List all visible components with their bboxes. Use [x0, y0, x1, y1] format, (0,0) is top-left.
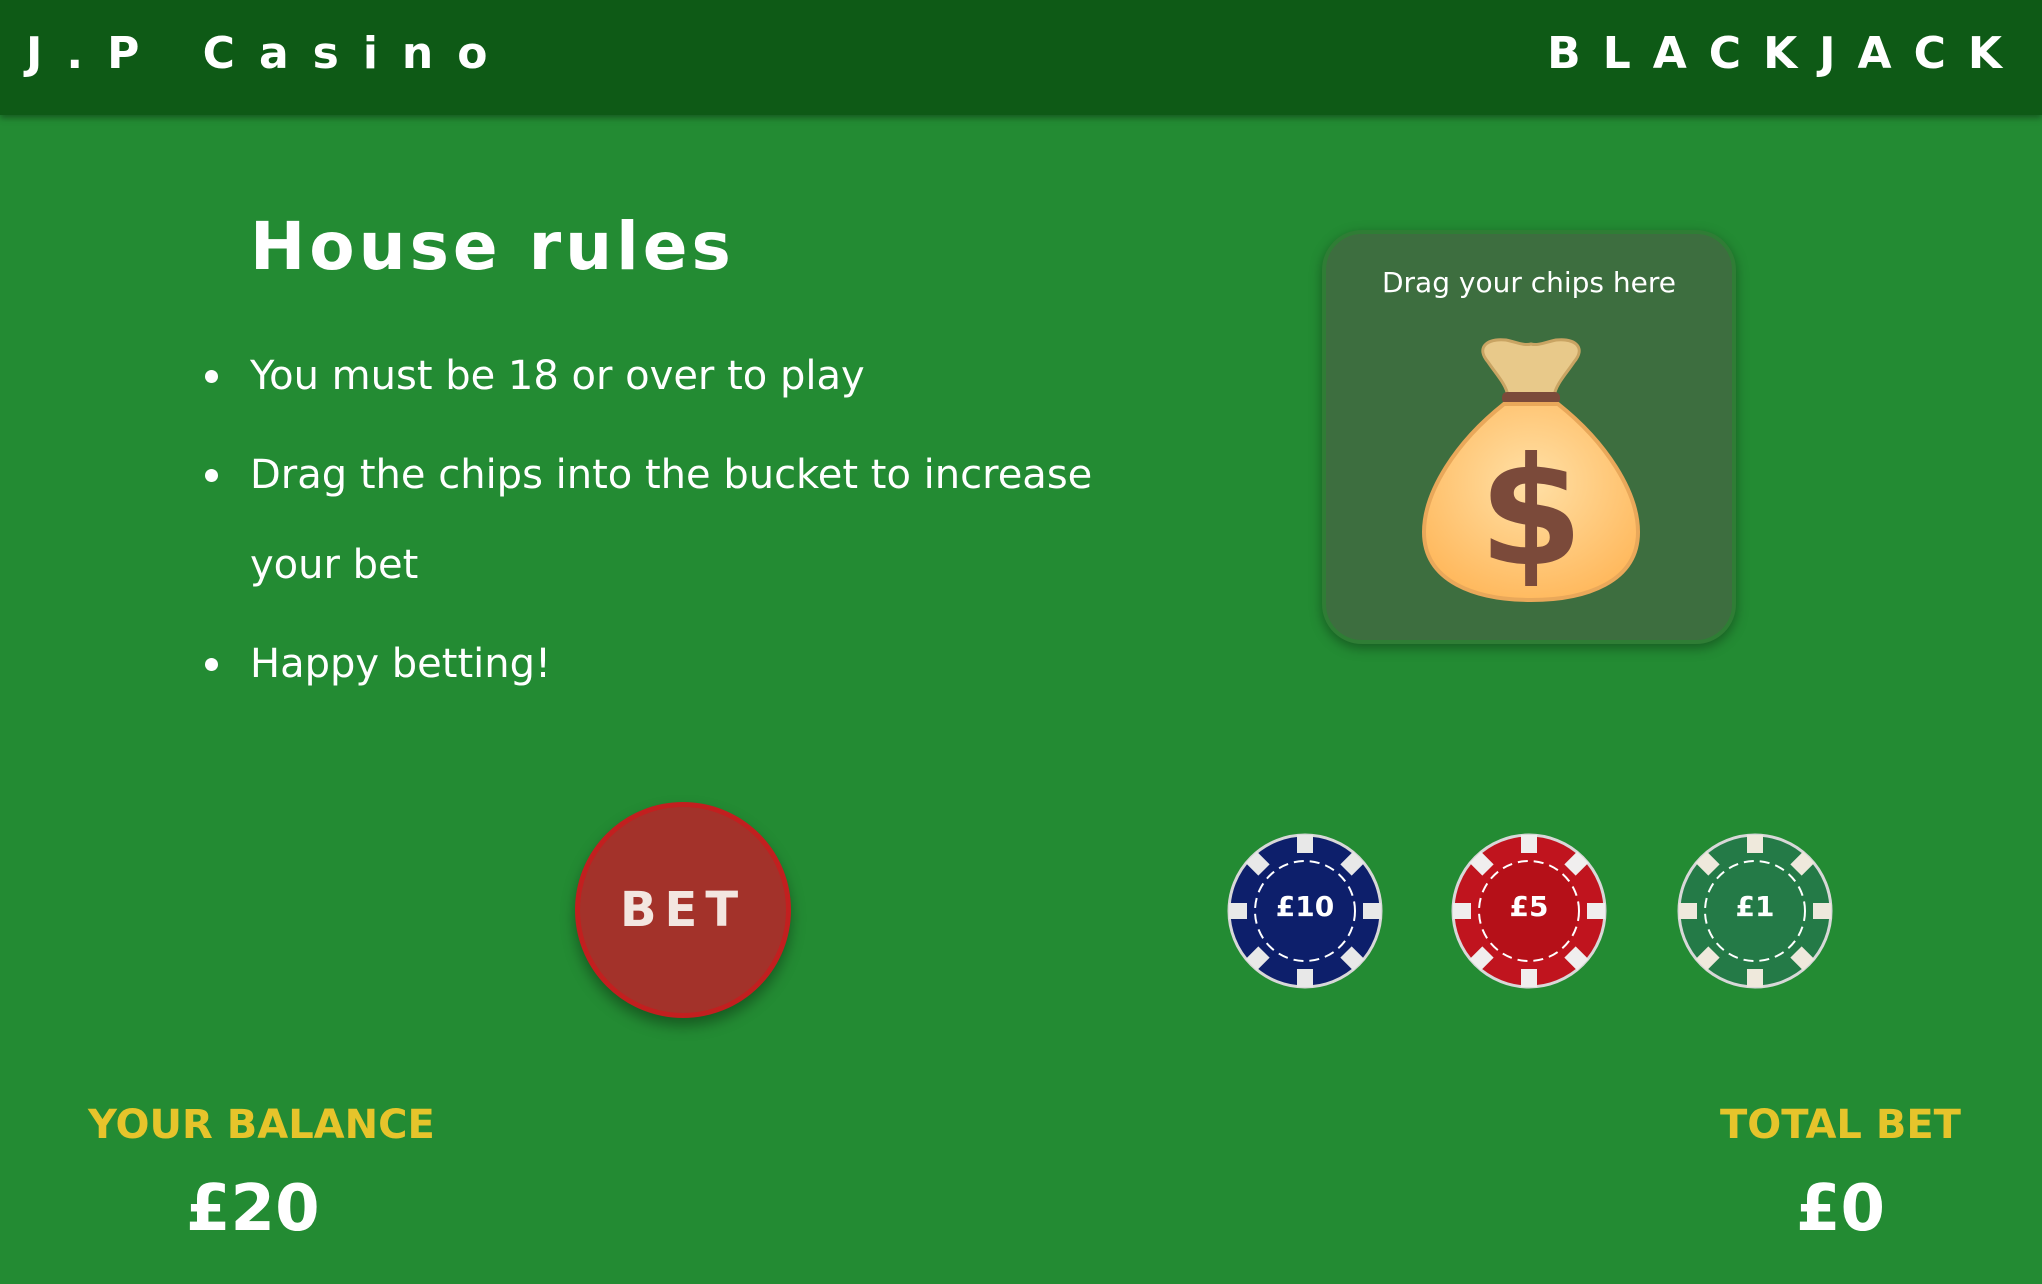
total-bet-value: £0 — [1796, 1172, 1886, 1246]
chip-drop-zone[interactable]: Drag your chips here $ — [1322, 230, 1736, 644]
bullet-icon — [205, 658, 218, 671]
chip-value: £10 — [1275, 890, 1335, 923]
rule-item: Happy betting! — [200, 628, 1120, 700]
rule-text: You must be 18 or over to play — [250, 353, 865, 399]
balance-value: £20 — [186, 1172, 320, 1246]
bullet-icon — [205, 370, 218, 383]
rule-item: You must be 18 or over to play — [200, 340, 1120, 412]
game-title: BLACKJACK — [1547, 28, 2024, 79]
total-bet-label: TOTAL BET — [1720, 1102, 1961, 1148]
svg-text:$: $ — [1479, 426, 1583, 600]
chip-value: £5 — [1509, 890, 1549, 923]
rule-item: Drag the chips into the bucket to increa… — [200, 430, 1120, 610]
chip-5[interactable]: £5 — [1450, 832, 1608, 990]
chip-10[interactable]: £10 — [1226, 832, 1384, 990]
bet-button[interactable]: BET — [575, 802, 791, 1018]
balance-label: YOUR BALANCE — [88, 1102, 435, 1148]
money-bag-icon: $ — [1421, 338, 1641, 602]
rule-text: Drag the chips into the bucket to increa… — [250, 452, 1093, 588]
chip-value: £1 — [1735, 890, 1775, 923]
rules-heading: House rules — [250, 208, 735, 285]
drop-zone-label: Drag your chips here — [1381, 266, 1677, 299]
top-bar: J.P Casino BLACKJACK — [0, 0, 2042, 115]
chip-1[interactable]: £1 — [1676, 832, 1834, 990]
rules-list: You must be 18 or over to play Drag the … — [200, 340, 1120, 718]
bullet-icon — [205, 469, 218, 482]
rule-text: Happy betting! — [250, 641, 552, 687]
casino-brand: J.P Casino — [26, 28, 512, 79]
